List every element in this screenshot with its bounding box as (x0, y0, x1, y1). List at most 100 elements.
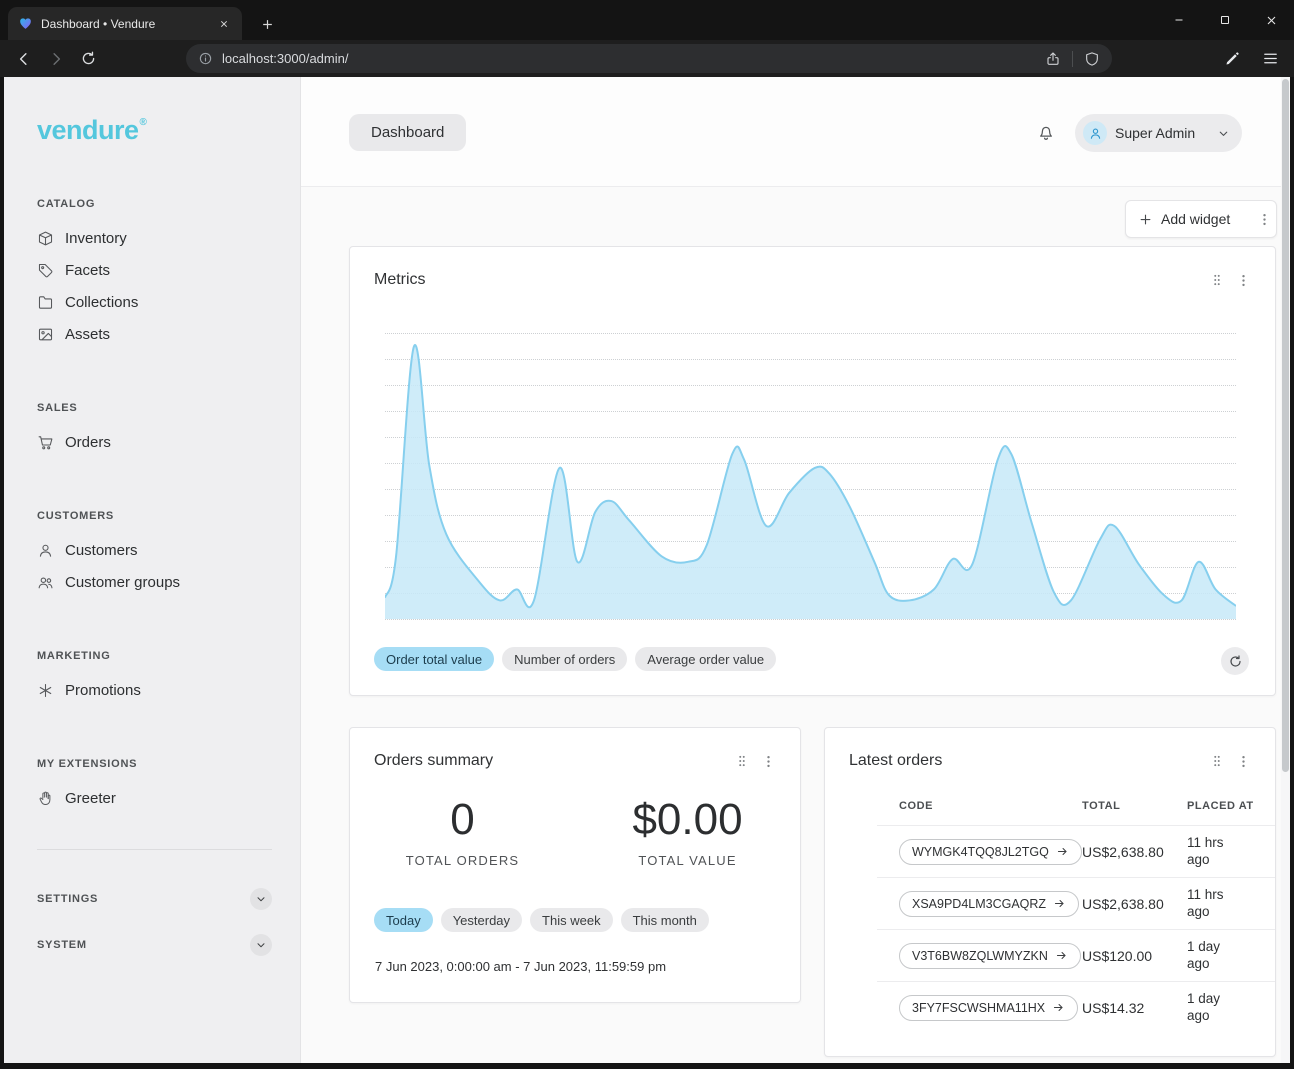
order-code-button[interactable]: WYMGK4TQQ8JL2TGQ (899, 839, 1082, 865)
hand-icon (37, 790, 54, 807)
total-orders-label: TOTAL ORDERS (350, 853, 575, 868)
registered-mark: ® (140, 117, 147, 128)
drag-handle[interactable] (735, 754, 749, 768)
bell-icon (1036, 123, 1056, 143)
browser-menu-button[interactable] (1254, 43, 1286, 75)
page-title[interactable]: Dashboard (349, 114, 466, 151)
maximize-icon (1219, 14, 1231, 26)
add-widget-menu-button[interactable] (1257, 212, 1272, 227)
sidebar-item-greeter[interactable]: Greeter (37, 782, 272, 814)
arrow-right-icon (1055, 949, 1068, 962)
total-value-value: $0.00 (575, 796, 800, 844)
sidebar-item-label: Inventory (65, 230, 127, 247)
metric-tab-order-total-value[interactable]: Order total value (374, 647, 494, 671)
refresh-icon (1228, 654, 1243, 669)
vendure-logo[interactable]: vendure® (37, 107, 272, 146)
main-header: Dashboard Super Admin (301, 77, 1290, 187)
customize-button[interactable] (1216, 43, 1248, 75)
table-row: 3FY7FSCWSHMA11HX US$14.32 1 day ago (877, 981, 1275, 1033)
range-tab-this-week[interactable]: This week (530, 908, 613, 932)
kebab-icon (1257, 212, 1272, 227)
new-tab-button[interactable] (256, 13, 278, 35)
order-total: US$2,638.80 (1082, 844, 1187, 860)
window-close-button[interactable] (1248, 0, 1294, 40)
order-placed-at: 11 hrs ago (1187, 835, 1245, 869)
tab-title: Dashboard • Vendure (41, 17, 207, 31)
avatar (1083, 121, 1107, 145)
range-tab-this-month[interactable]: This month (621, 908, 709, 932)
url-text: localhost:3000/admin/ (222, 51, 1045, 66)
asterisk-icon (37, 682, 54, 699)
page-scrollbar[interactable] (1281, 77, 1290, 1063)
site-info-icon[interactable] (198, 51, 213, 66)
user-menu[interactable]: Super Admin (1075, 114, 1242, 152)
total-orders-stat: 0 TOTAL ORDERS (350, 796, 575, 868)
section-label: SETTINGS (37, 893, 98, 905)
sidebar-item-inventory[interactable]: Inventory (37, 222, 272, 254)
sidebar-item-label: Customer groups (65, 574, 180, 591)
sidebar-item-assets[interactable]: Assets (37, 318, 272, 350)
sidebar-item-customers[interactable]: Customers (37, 534, 272, 566)
share-icon[interactable] (1045, 51, 1061, 67)
address-bar[interactable]: localhost:3000/admin/ (186, 44, 1112, 73)
sidebar-section-my-extensions: MY EXTENSIONS Greeter (37, 758, 272, 814)
widget-menu-button[interactable] (1236, 273, 1251, 288)
order-total: US$14.32 (1082, 1000, 1187, 1016)
user-icon (37, 542, 54, 559)
sidebar-item-collections[interactable]: Collections (37, 286, 272, 318)
drag-handle[interactable] (1210, 754, 1224, 768)
close-icon (1265, 14, 1278, 27)
back-icon (15, 50, 33, 68)
reload-button[interactable] (72, 43, 104, 75)
widget-menu-button[interactable] (761, 754, 776, 769)
refresh-button[interactable] (1221, 647, 1249, 675)
section-label: SALES (37, 402, 272, 414)
chevron-down-icon[interactable] (250, 934, 272, 956)
sidebar-section-system[interactable]: SYSTEM (37, 922, 272, 968)
widget-title: Orders summary (374, 752, 493, 770)
order-total: US$120.00 (1082, 948, 1187, 964)
sidebar-section-marketing: MARKETING Promotions (37, 650, 272, 706)
order-placed-at: 1 day ago (1187, 991, 1245, 1025)
main-content: Dashboard Super Admin Add widget Metrics (301, 77, 1290, 1063)
tab-close-icon[interactable] (215, 15, 232, 32)
chevron-down-icon (1217, 127, 1230, 140)
total-value-stat: $0.00 TOTAL VALUE (575, 796, 800, 868)
widget-menu-button[interactable] (1236, 754, 1251, 769)
sidebar-item-promotions[interactable]: Promotions (37, 674, 272, 706)
scrollbar-thumb[interactable] (1282, 79, 1289, 772)
sidebar-item-label: Orders (65, 434, 111, 451)
add-widget-label: Add widget (1161, 211, 1230, 227)
order-code-button[interactable]: V3T6BW8ZQLWMYZKN (899, 943, 1081, 969)
sidebar-item-customer-groups[interactable]: Customer groups (37, 566, 272, 598)
folder-icon (37, 294, 54, 311)
notifications-button[interactable] (1028, 115, 1064, 151)
drag-handle-icon (1210, 754, 1224, 768)
sidebar-item-label: Facets (65, 262, 110, 279)
sidebar-item-facets[interactable]: Facets (37, 254, 272, 286)
metrics-chart-area (385, 333, 1236, 619)
window-maximize-button[interactable] (1202, 0, 1248, 40)
latest-orders-table: CODE TOTAL PLACED AT WYMGK4TQQ8JL2TGQ US… (877, 800, 1275, 1033)
arrow-right-icon (1053, 897, 1066, 910)
pencil-icon (1224, 50, 1241, 67)
range-tab-yesterday[interactable]: Yesterday (441, 908, 522, 932)
chevron-down-icon[interactable] (250, 888, 272, 910)
back-button[interactable] (8, 43, 40, 75)
order-placed-at: 1 day ago (1187, 939, 1245, 973)
window-minimize-button[interactable] (1156, 0, 1202, 40)
order-code-button[interactable]: 3FY7FSCWSHMA11HX (899, 995, 1078, 1021)
sidebar-item-orders[interactable]: Orders (37, 426, 272, 458)
shield-icon[interactable] (1084, 51, 1100, 67)
add-widget-button[interactable]: Add widget (1138, 211, 1257, 227)
order-code-button[interactable]: XSA9PD4LM3CGAQRZ (899, 891, 1079, 917)
browser-tab[interactable]: Dashboard • Vendure (8, 7, 242, 40)
metric-tab-average-order-value[interactable]: Average order value (635, 647, 776, 671)
metric-tab-number-of-orders[interactable]: Number of orders (502, 647, 627, 671)
drag-handle[interactable] (1210, 273, 1224, 287)
forward-button[interactable] (40, 43, 72, 75)
sidebar-divider (37, 849, 272, 850)
package-icon (37, 230, 54, 247)
sidebar-section-settings[interactable]: SETTINGS (37, 876, 272, 922)
range-tab-today[interactable]: Today (374, 908, 433, 932)
